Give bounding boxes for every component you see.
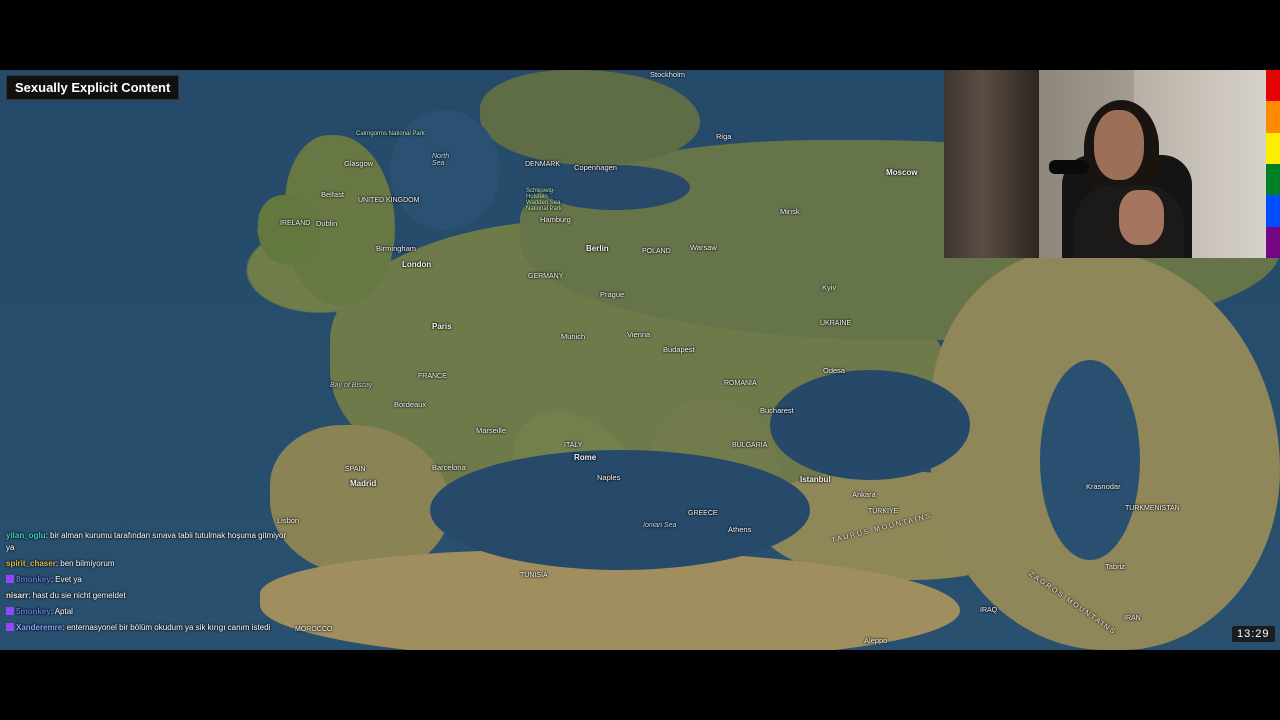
map-label: UKRAINE bbox=[820, 320, 852, 327]
map-label: Rome bbox=[574, 453, 597, 462]
rainbow-stripe bbox=[1266, 226, 1280, 258]
chat-message: nisarr: hast du sie nicht gemeldet bbox=[6, 590, 288, 602]
map-label: Belfast bbox=[321, 190, 344, 199]
chat-username[interactable]: yilan_oglu bbox=[6, 531, 46, 540]
map-label: Munich bbox=[561, 332, 586, 341]
map-label: Bay of Biscay bbox=[330, 382, 373, 389]
map-label: Bordeaux bbox=[394, 400, 427, 409]
content-warning-label: Sexually Explicit Content bbox=[6, 75, 180, 100]
chat-message: 5monkey: Aptal bbox=[6, 606, 288, 618]
map-label: MOROCCO bbox=[295, 626, 333, 633]
map-label: Copenhagen bbox=[574, 163, 617, 172]
chat-message: 8monkey: Evet ya bbox=[6, 574, 288, 586]
chat-text: hast du sie nicht gemeldet bbox=[32, 591, 126, 600]
chat-badge-icon bbox=[6, 575, 14, 583]
chat-text: Aptal bbox=[54, 607, 73, 616]
chat-username[interactable]: Xanderemre bbox=[16, 623, 62, 632]
map-label: Athens bbox=[728, 525, 752, 534]
rainbow-flag bbox=[1266, 70, 1280, 258]
park-label: Schleswig-Holstein Wadden Sea National P… bbox=[526, 188, 563, 212]
chat-username[interactable]: 8monkey bbox=[16, 575, 51, 584]
map-label: Madrid bbox=[350, 479, 377, 488]
map-label: TURKMENISTAN bbox=[1125, 505, 1180, 512]
map-label: Barcelona bbox=[432, 463, 466, 472]
webcam-feed bbox=[944, 70, 1266, 258]
map-label: IRELAND bbox=[280, 220, 311, 227]
map-label: Glasgow bbox=[344, 159, 374, 168]
map-label: Tabriz bbox=[1105, 562, 1126, 571]
map-label: SPAIN bbox=[345, 466, 366, 473]
map-label: Paris bbox=[432, 322, 452, 331]
map-label: TUNISIA bbox=[520, 572, 548, 579]
map-label: Berlin bbox=[586, 244, 609, 253]
black-sea bbox=[770, 370, 970, 480]
webcam-streamer-face bbox=[1094, 110, 1144, 180]
webcam-streamer-hand bbox=[1119, 190, 1164, 245]
chat-text: Evet ya bbox=[55, 575, 82, 584]
map-label: North Sea bbox=[432, 153, 450, 167]
map-label: Bucharest bbox=[760, 406, 794, 415]
map-label: Budapest bbox=[663, 345, 695, 354]
map-label: Aleppo bbox=[864, 636, 888, 645]
map-label: London bbox=[402, 260, 432, 269]
chat-text: ben bilmiyorum bbox=[60, 559, 115, 568]
map-label: Dublin bbox=[316, 219, 338, 228]
map-label: TÜRKIYE bbox=[868, 508, 899, 515]
map-label: Hamburg bbox=[540, 215, 571, 224]
map-label: FRANCE bbox=[418, 373, 447, 380]
rainbow-stripe bbox=[1266, 195, 1280, 227]
map-label: GERMANY bbox=[528, 273, 564, 280]
rainbow-stripe bbox=[1266, 101, 1280, 133]
caspian-sea bbox=[1040, 360, 1140, 560]
map-label: Odesa bbox=[823, 366, 846, 375]
map-label: GREECE bbox=[688, 510, 718, 517]
map-label: Kyiv bbox=[822, 283, 837, 292]
map-label: Stockholm bbox=[650, 70, 686, 79]
map-label: Warsaw bbox=[690, 243, 717, 252]
chat-message: spirit_chaser: ben bilmiyorum bbox=[6, 558, 288, 570]
map-label: Minsk bbox=[780, 207, 800, 216]
map-label: UNITED KINGDOM bbox=[358, 197, 420, 204]
map-label: POLAND bbox=[642, 248, 671, 255]
map-label: Riga bbox=[716, 132, 732, 141]
rainbow-stripe bbox=[1266, 70, 1280, 102]
map-label: Lisbon bbox=[277, 516, 300, 525]
map-label: Birmingham bbox=[376, 244, 417, 253]
map-label: Naples bbox=[597, 473, 621, 482]
webcam-background-clothes bbox=[944, 70, 1039, 258]
map-label: IRAN bbox=[1124, 615, 1141, 622]
park-label: Cairngorms National Park bbox=[356, 131, 425, 137]
mediterranean-sea bbox=[430, 450, 810, 570]
map-label: Marseille bbox=[476, 426, 507, 435]
map-label: Krasnodar bbox=[1086, 482, 1121, 491]
map-label: BULGARIA bbox=[732, 442, 768, 449]
map-label: IRAQ bbox=[980, 607, 998, 614]
chat-username[interactable]: nisarr bbox=[6, 591, 28, 600]
microphone-icon bbox=[1049, 160, 1089, 174]
chat-message: Xanderemre: enternasyonel bir bölüm okud… bbox=[6, 622, 288, 634]
chat-badge-icon bbox=[6, 607, 14, 615]
map-label: Ionian Sea bbox=[643, 522, 677, 529]
scandinavia-land bbox=[480, 70, 700, 165]
stream-timer: 13:29 bbox=[1232, 626, 1275, 642]
rainbow-stripe bbox=[1266, 132, 1280, 164]
map-label: ITALY bbox=[564, 442, 583, 449]
map-label: Vienna bbox=[627, 330, 651, 339]
map-label: Moscow bbox=[886, 168, 918, 177]
chat-overlay: yilan_oglu: bir alman kurumu tarafından … bbox=[6, 530, 288, 638]
chat-text: enternasyonel bir bölüm okudum ya sik kı… bbox=[66, 623, 271, 632]
map-label: Istanbul bbox=[800, 475, 831, 484]
map-label: DENMARK bbox=[525, 161, 561, 168]
chat-username[interactable]: 5monkey bbox=[16, 607, 51, 616]
map-label: ROMANIA bbox=[724, 380, 757, 387]
rainbow-stripe bbox=[1266, 163, 1280, 196]
chat-username[interactable]: spirit_chaser bbox=[6, 559, 56, 568]
chat-badge-icon bbox=[6, 623, 14, 631]
chat-message: yilan_oglu: bir alman kurumu tarafından … bbox=[6, 530, 288, 554]
map-label: Ankara bbox=[852, 490, 876, 499]
map-label: Prague bbox=[600, 290, 625, 299]
north-sea-water bbox=[390, 110, 500, 230]
